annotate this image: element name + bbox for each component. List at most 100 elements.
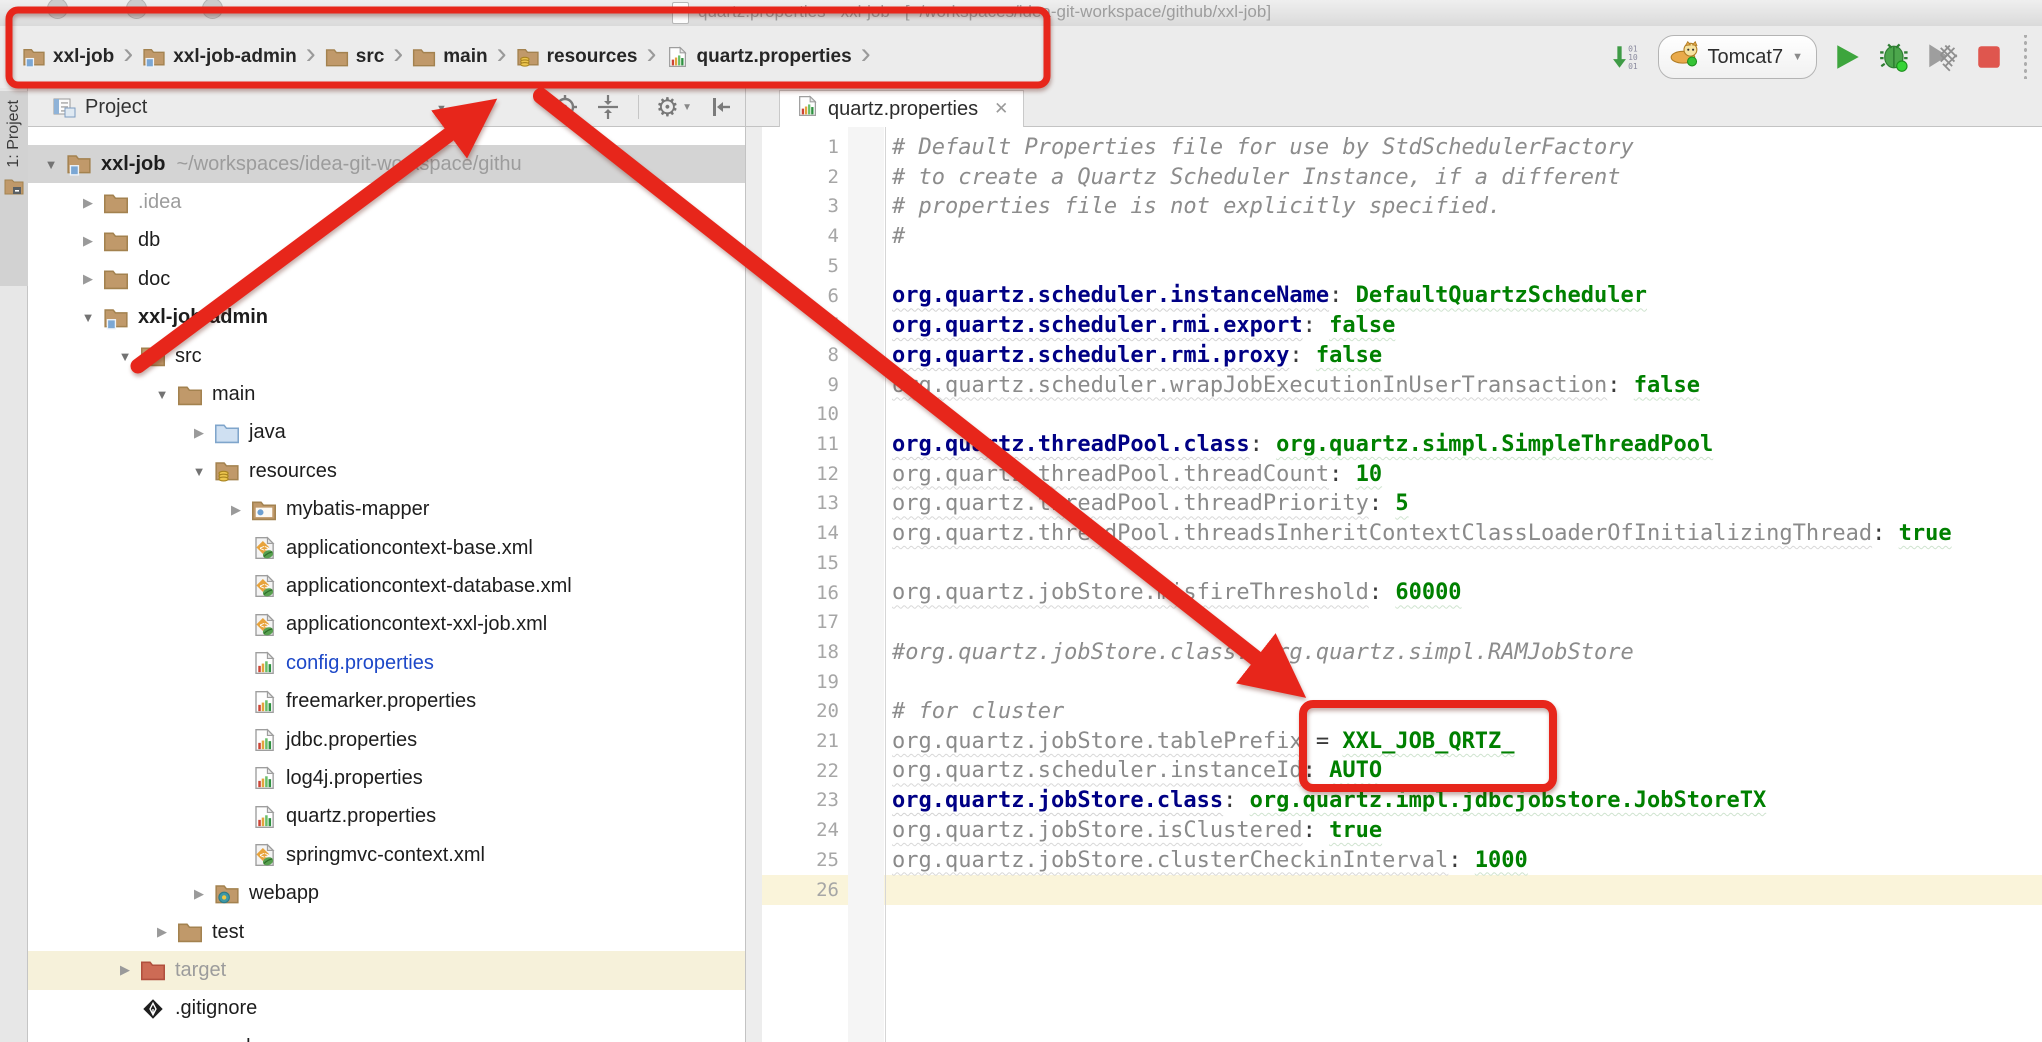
code-line-1[interactable]: # Default Properties file for use by Std… (892, 133, 2042, 163)
chevron-collapsed-icon[interactable]: ▶ (147, 924, 177, 940)
minimize-button[interactable] (126, 0, 147, 19)
tree-row--idea[interactable]: ▶.idea (28, 183, 745, 221)
code-line-6[interactable]: org.quartz.scheduler.instanceName: Defau… (892, 281, 2042, 311)
line-number: 8 (746, 341, 839, 371)
tree-row-db[interactable]: ▶db (28, 222, 745, 260)
code-line-16[interactable]: org.quartz.jobStore.misfireThreshold: 60… (892, 578, 2042, 608)
code-line-7[interactable]: org.quartz.scheduler.rmi.export: false (892, 311, 2042, 341)
tree-row-webapp[interactable]: ▶webapp (28, 874, 745, 912)
code-line-4[interactable]: # (892, 222, 2042, 252)
tree-row-jdbc-properties[interactable]: jdbc.properties (28, 721, 745, 759)
chevron-collapsed-icon[interactable]: ▶ (73, 233, 103, 249)
code-line-5[interactable] (892, 252, 2042, 282)
chevron-collapsed-icon[interactable]: ▶ (73, 195, 103, 211)
chevron-collapsed-icon[interactable]: ▶ (221, 502, 251, 518)
code-line-11[interactable]: org.quartz.threadPool.class: org.quartz.… (892, 430, 2042, 460)
vcs-update-icon[interactable]: 01 10 01 (1612, 44, 1642, 70)
chevron-expanded-icon[interactable]: ▼ (36, 157, 66, 172)
tree-row-xxl-job[interactable]: ▼xxl-job ~/workspaces/idea-git-workspace… (28, 145, 745, 183)
code-line-20[interactable]: # for cluster (892, 697, 2042, 727)
chevron-expanded-icon[interactable]: ▼ (184, 464, 214, 479)
tree-row-config-properties[interactable]: config.properties (28, 644, 745, 682)
tree-row--gitignore[interactable]: .gitignore (28, 990, 745, 1028)
run-button[interactable] (1833, 43, 1863, 71)
folder-dot-icon (251, 498, 277, 522)
tree-row-target[interactable]: ▶target (28, 951, 745, 989)
tree-row-src[interactable]: ▼src (28, 337, 745, 375)
tree-row-xxl-job-admin[interactable]: ▼xxl-job-admin (28, 299, 745, 337)
tree-row-mybatis-mapper[interactable]: ▶mybatis-mapper (28, 491, 745, 529)
code-line-25[interactable]: org.quartz.jobStore.clusterCheckinInterv… (892, 846, 2042, 876)
tab-quartz-properties[interactable]: quartz.properties ✕ (779, 90, 1024, 127)
settings-gear-icon[interactable]: ⚙▼ (656, 94, 692, 120)
breadcrumb-item-quartz-properties[interactable]: quartz.properties (665, 46, 851, 68)
code-line-3[interactable]: # properties file is not explicitly spec… (892, 192, 2042, 222)
tree-row-log4j-properties[interactable]: log4j.properties (28, 759, 745, 797)
run-with-coverage-button[interactable] (1927, 41, 1959, 73)
toolbar-drag-handle[interactable] (2023, 35, 2028, 79)
tree-row-test[interactable]: ▶test (28, 913, 745, 951)
run-configuration-select[interactable]: Tomcat7 ▼ (1658, 35, 1817, 79)
chevron-expanded-icon[interactable]: ▼ (147, 387, 177, 402)
chevron-down-icon[interactable]: ▼ (436, 103, 447, 115)
breadcrumb-item-main[interactable]: main (412, 46, 487, 68)
tree-row-applicationcontext-database-xml[interactable]: <> applicationcontext-database.xml (28, 567, 745, 605)
code-line-13[interactable]: org.quartz.threadPool.threadPriority: 5 (892, 489, 2042, 519)
code-area[interactable]: # Default Properties file for use by Std… (892, 127, 2042, 1042)
tree-label: springmvc-context.xml (286, 844, 485, 867)
collapse-all-icon[interactable] (595, 94, 621, 120)
tree-row-doc[interactable]: ▶doc (28, 260, 745, 298)
tree-row-pom-xml[interactable]: mpom.xml (28, 1028, 745, 1042)
code-line-21[interactable]: org.quartz.jobStore.tablePrefix = XXL_JO… (892, 727, 2042, 757)
folder-icon (140, 344, 166, 368)
tree-row-freemarker-properties[interactable]: freemarker.properties (28, 682, 745, 720)
close-button[interactable] (47, 0, 68, 19)
file-spring-xml-icon: <> (251, 574, 277, 598)
breadcrumb-item-src[interactable]: src (325, 46, 385, 68)
breadcrumb-item-xxl-job[interactable]: xxl-job (22, 46, 114, 68)
line-number: 26 (746, 876, 839, 906)
chevron-collapsed-icon[interactable]: ▶ (184, 425, 214, 441)
tab-label: quartz.properties (828, 98, 978, 121)
tree-row-resources[interactable]: ▼resources (28, 452, 745, 490)
chevron-expanded-icon[interactable]: ▼ (110, 349, 140, 364)
code-line-24[interactable]: org.quartz.jobStore.isClustered: true (892, 816, 2042, 846)
project-stripe-button[interactable]: 1: Project (0, 91, 28, 286)
zoom-button[interactable] (202, 0, 223, 19)
tree-row-java[interactable]: ▶java (28, 414, 745, 452)
code-line-17[interactable] (892, 608, 2042, 638)
code-line-9[interactable]: org.quartz.scheduler.wrapJobExecutionInU… (892, 371, 2042, 401)
breadcrumb-item-xxl-job-admin[interactable]: xxl-job-admin (142, 46, 297, 68)
code-line-2[interactable]: # to create a Quartz Scheduler Instance,… (892, 163, 2042, 193)
breadcrumb-item-resources[interactable]: resources (516, 46, 638, 68)
file-properties-icon (251, 690, 277, 714)
tree-row-main[interactable]: ▼main (28, 375, 745, 413)
tree-row-quartz-properties[interactable]: quartz.properties (28, 798, 745, 836)
hide-panel-icon[interactable] (709, 94, 733, 120)
code-line-23[interactable]: org.quartz.jobStore.class: org.quartz.im… (892, 786, 2042, 816)
code-line-22[interactable]: org.quartz.scheduler.instanceId: AUTO (892, 756, 2042, 786)
tree-label: config.properties (286, 652, 434, 675)
tree-label: .gitignore (175, 997, 257, 1020)
tree-row-applicationcontext-base-xml[interactable]: <> applicationcontext-base.xml (28, 529, 745, 567)
stop-button[interactable] (1975, 43, 2003, 71)
chevron-collapsed-icon[interactable]: ▶ (73, 271, 103, 287)
close-icon[interactable]: ✕ (994, 99, 1008, 119)
code-line-18[interactable]: #org.quartz.jobStore.class: org.quartz.s… (892, 638, 2042, 668)
chevron-collapsed-icon[interactable]: ▶ (184, 886, 214, 902)
code-line-8[interactable]: org.quartz.scheduler.rmi.proxy: false (892, 341, 2042, 371)
tree-row-springmvc-context-xml[interactable]: <> springmvc-context.xml (28, 836, 745, 874)
locate-icon[interactable] (552, 94, 578, 120)
editor-body[interactable]: 1234567891011121314151617181920212223242… (746, 127, 2042, 1042)
chevron-expanded-icon[interactable]: ▼ (73, 310, 103, 325)
tree-row-applicationcontext-xxl-job-xml[interactable]: <> applicationcontext-xxl-job.xml (28, 606, 745, 644)
debug-button[interactable] (1879, 41, 1911, 73)
code-line-26[interactable] (892, 875, 2042, 905)
chevron-collapsed-icon[interactable]: ▶ (110, 962, 140, 978)
code-line-12[interactable]: org.quartz.threadPool.threadCount: 10 (892, 460, 2042, 490)
line-number: 16 (746, 579, 839, 609)
code-line-19[interactable] (892, 667, 2042, 697)
code-line-14[interactable]: org.quartz.threadPool.threadsInheritCont… (892, 519, 2042, 549)
code-line-15[interactable] (892, 549, 2042, 579)
code-line-10[interactable] (892, 400, 2042, 430)
